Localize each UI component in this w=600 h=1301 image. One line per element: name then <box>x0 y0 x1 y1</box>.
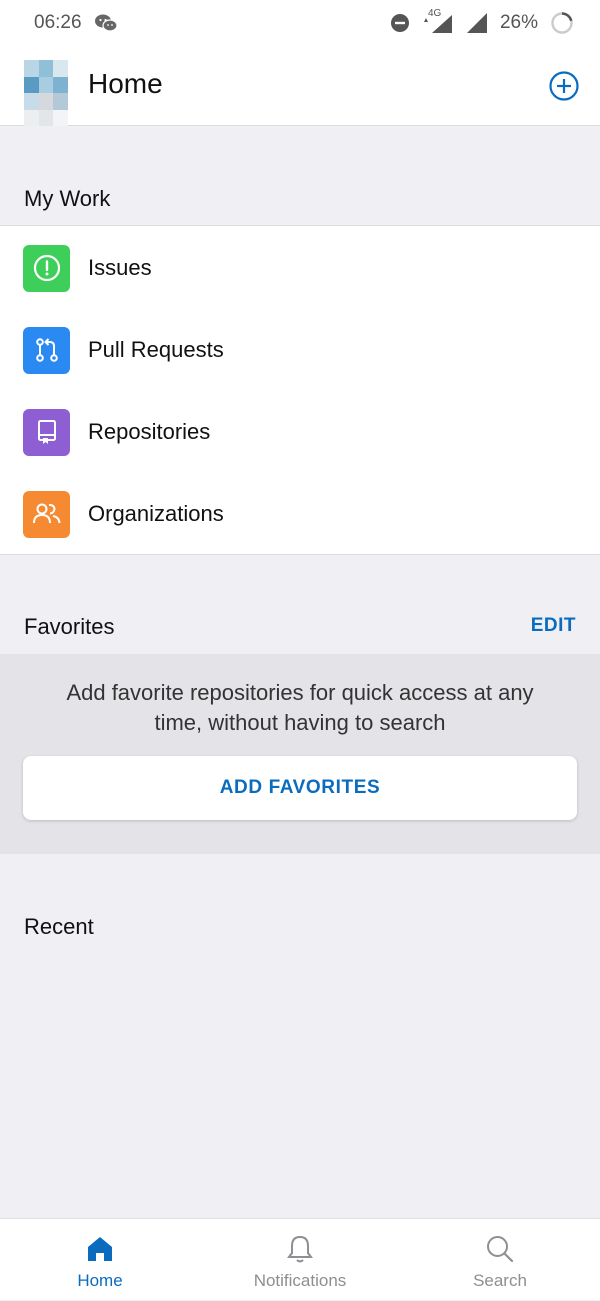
repositories-tile <box>23 408 70 456</box>
battery-percent: 26% <box>499 12 538 33</box>
search-icon <box>487 1236 514 1263</box>
avatar[interactable] <box>24 60 68 126</box>
list-item-pull-requests[interactable]: Pull Requests <box>0 309 600 391</box>
add-favorites-button[interactable]: ADD FAVORITES <box>23 756 577 820</box>
issues-icon <box>33 254 60 282</box>
cellular-signal-icon <box>423 15 452 33</box>
recent-heading: Recent <box>24 914 94 939</box>
do-not-disturb-icon <box>390 14 409 32</box>
organizations-label: Organizations <box>88 501 224 526</box>
status-left: 06:26 <box>34 12 118 34</box>
bottom-nav: Home Notifications Search <box>0 1218 600 1300</box>
network-indicator: 4G <box>422 8 454 34</box>
add-button[interactable] <box>548 70 580 102</box>
tab-notifications[interactable]: Notifications <box>200 1219 400 1301</box>
app-header: Home <box>0 46 600 126</box>
status-time: 06:26 <box>34 12 82 33</box>
list-item-issues[interactable]: Issues <box>0 227 600 309</box>
tab-search[interactable]: Search <box>400 1219 600 1301</box>
favorites-heading: Favorites <box>24 614 115 639</box>
battery-ring-icon <box>551 12 573 34</box>
issues-tile <box>23 244 70 292</box>
list-item-organizations[interactable]: Organizations <box>0 473 600 555</box>
tab-home[interactable]: Home <box>0 1219 200 1301</box>
tab-search-label: Search <box>473 1271 527 1290</box>
my-work-list: Issues Pull Requests Repositories Organi… <box>0 225 600 555</box>
page-title: Home <box>88 68 163 99</box>
home-icon <box>88 1237 112 1261</box>
repositories-label: Repositories <box>88 419 211 444</box>
cellular-signal-icon-2 <box>466 13 487 33</box>
organizations-tile <box>23 490 70 538</box>
status-bar: 06:26 4G 26% <box>0 0 600 46</box>
tab-notifications-label: Notifications <box>253 1271 347 1290</box>
repository-icon <box>37 420 56 444</box>
favorites-empty-message: Add favorite repositories for quick acce… <box>66 680 534 735</box>
pull-request-icon <box>35 338 58 362</box>
edit-favorites-button[interactable]: EDIT <box>531 615 576 637</box>
tab-home-label: Home <box>77 1271 123 1290</box>
list-item-repositories[interactable]: Repositories <box>0 391 600 473</box>
status-right: 4G 26% <box>390 8 574 35</box>
wechat-icon <box>94 14 118 32</box>
favorites-panel: Add favorite repositories for quick acce… <box>0 654 600 854</box>
bell-icon <box>287 1235 313 1263</box>
pull-requests-label: Pull Requests <box>88 337 224 362</box>
organizations-icon <box>32 503 60 524</box>
pull-requests-tile <box>23 326 70 374</box>
my-work-heading: My Work <box>24 186 111 211</box>
issues-label: Issues <box>88 255 152 280</box>
